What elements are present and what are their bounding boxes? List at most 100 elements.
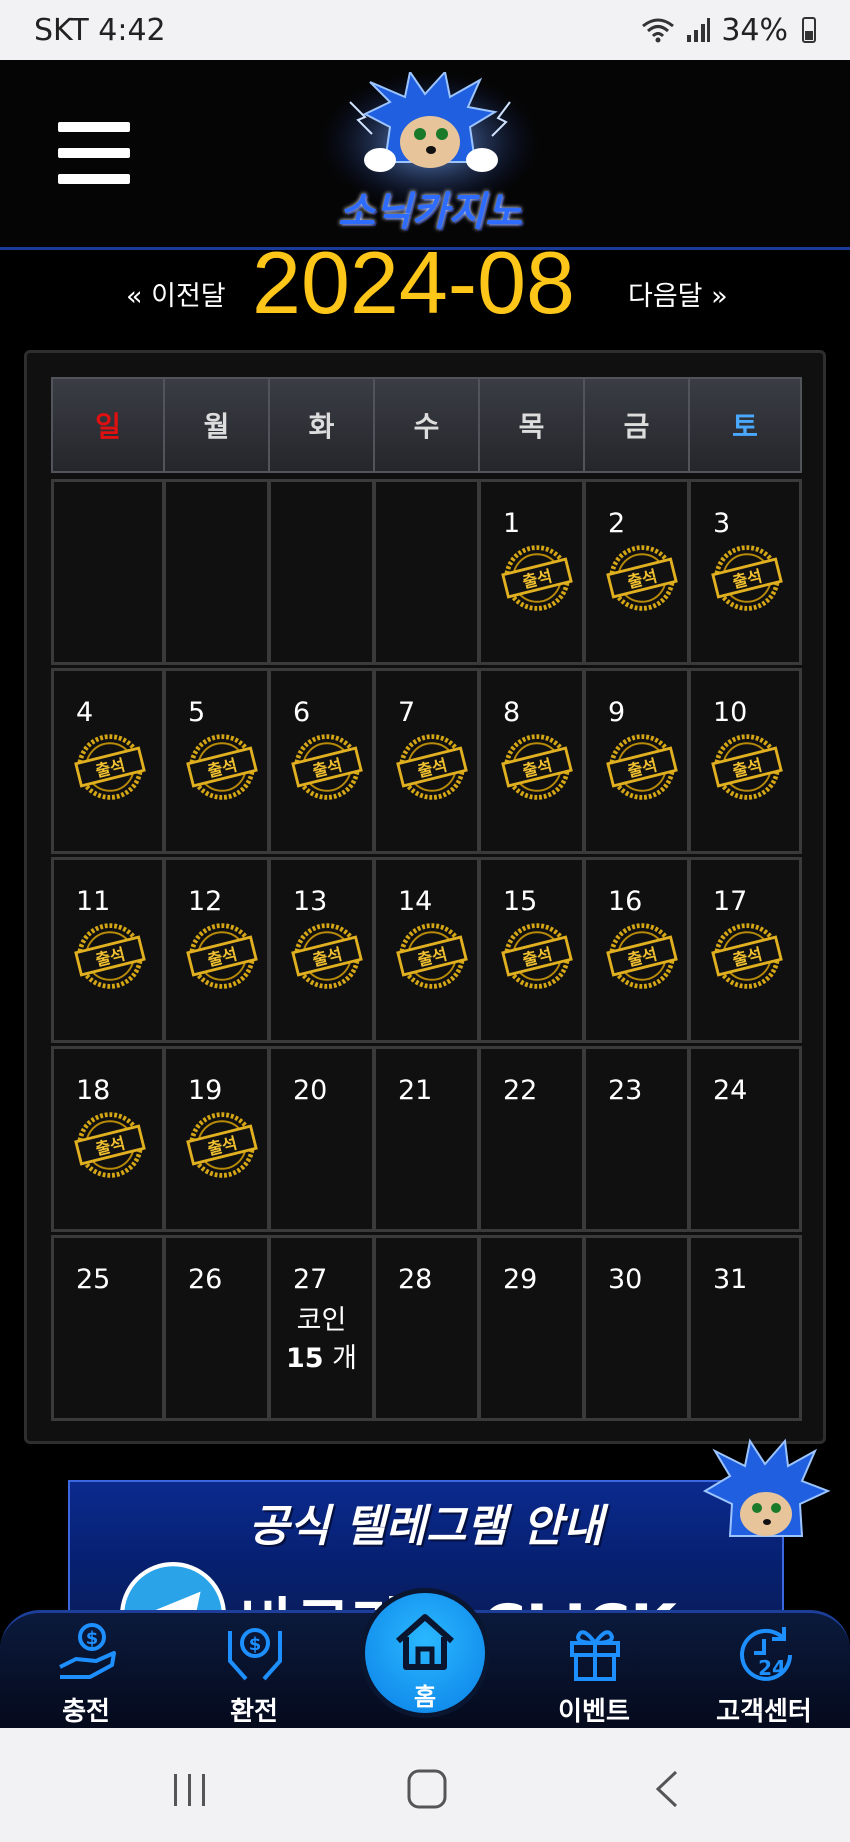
calendar-day-cell xyxy=(373,479,480,665)
attendance-stamp-icon: 출석 xyxy=(74,734,146,800)
attendance-stamp-icon: 출석 xyxy=(606,545,678,611)
calendar-day-cell[interactable]: 7 출석 xyxy=(373,668,480,854)
nav-exchange-label: 환전 xyxy=(230,1697,278,1727)
calendar-day-cell[interactable]: 13 출석 xyxy=(268,857,375,1043)
calendar-day-cell[interactable]: 19 출석 xyxy=(163,1046,270,1232)
day-number: 12 xyxy=(188,886,223,917)
recent-apps-icon[interactable] xyxy=(170,1770,210,1810)
day-number: 29 xyxy=(503,1264,538,1295)
day-number: 11 xyxy=(76,886,111,917)
prev-month-link[interactable]: « 이전달 xyxy=(126,274,226,313)
attendance-stamp-icon: 출석 xyxy=(501,923,573,989)
calendar-day-cell[interactable]: 25 xyxy=(51,1235,165,1421)
attendance-stamp-icon: 출석 xyxy=(74,1112,146,1178)
calendar-day-cell[interactable]: 5 출석 xyxy=(163,668,270,854)
calendar-day-cell[interactable]: 22 xyxy=(478,1046,585,1232)
calendar-day-cell[interactable]: 24 xyxy=(688,1046,802,1232)
coin-label: 코인 xyxy=(296,1305,347,1336)
day-number: 6 xyxy=(293,697,311,728)
day-number: 28 xyxy=(398,1264,433,1295)
gift-icon xyxy=(570,1630,620,1681)
attendance-stamp-icon: 출석 xyxy=(74,923,146,989)
signal-icon xyxy=(687,18,711,42)
attendance-stamp-icon: 출석 xyxy=(396,734,468,800)
day-number: 1 xyxy=(503,508,521,539)
month-title: 2024-08 xyxy=(252,233,575,332)
attendance-calendar: 일 월 화 수 목 금 토 1 출석 2 출석 3 출석 4 출석 5 출석 6 출석 7 출석 8 출석 9 출석 10 출석 11… xyxy=(24,350,826,1444)
calendar-day-cell[interactable]: 31 xyxy=(688,1235,802,1421)
calendar-day-cell[interactable]: 26 xyxy=(163,1235,270,1421)
calendar-day-cell[interactable]: 6 출석 xyxy=(268,668,375,854)
calendar-day-cell[interactable]: 14 출석 xyxy=(373,857,480,1043)
home-button[interactable]: 홈 xyxy=(360,1588,490,1718)
nav-support[interactable]: 24 고객센터 xyxy=(694,1613,834,1731)
day-number: 18 xyxy=(76,1075,111,1106)
day-number: 20 xyxy=(293,1075,328,1106)
day-number: 7 xyxy=(398,697,416,728)
nav-exchange[interactable]: $ 환전 xyxy=(184,1613,324,1731)
back-icon[interactable] xyxy=(652,1768,682,1810)
logo-text: 소닉카지노 xyxy=(338,189,522,235)
calendar-day-cell[interactable]: 17 출석 xyxy=(688,857,802,1043)
weekday-header: 토 xyxy=(688,377,802,473)
svg-text:$: $ xyxy=(249,1634,262,1655)
attendance-stamp-icon: 출석 xyxy=(186,1112,258,1178)
calendar-day-cell[interactable]: 4 출석 xyxy=(51,668,165,854)
calendar-day-cell[interactable]: 3 출석 xyxy=(688,479,802,665)
calendar-day-cell[interactable]: 11 출석 xyxy=(51,857,165,1043)
calendar-day-cell[interactable]: 12 출석 xyxy=(163,857,270,1043)
calendar-day-cell[interactable]: 30 xyxy=(583,1235,690,1421)
month-navigation: « 이전달 2024-08 다음달 » xyxy=(0,233,850,332)
attendance-stamp-icon: 출석 xyxy=(501,545,573,611)
calendar-day-cell[interactable]: 23 xyxy=(583,1046,690,1232)
calendar-day-cell[interactable]: 9 출석 xyxy=(583,668,690,854)
nav-event-label: 이벤트 xyxy=(558,1697,630,1727)
calendar-day-cell[interactable]: 29 xyxy=(478,1235,585,1421)
attendance-stamp-icon: 출석 xyxy=(396,923,468,989)
day-number: 19 xyxy=(188,1075,223,1106)
battery-icon xyxy=(802,17,816,43)
status-icons: 34% xyxy=(641,13,816,48)
day-number: 25 xyxy=(76,1264,111,1295)
weekday-header: 목 xyxy=(478,377,585,473)
day-number: 23 xyxy=(608,1075,643,1106)
calendar-day-cell xyxy=(163,479,270,665)
calendar-day-cell[interactable]: 27 코인 15 개 xyxy=(268,1235,375,1421)
day-number: 26 xyxy=(188,1264,223,1295)
calendar-day-cell[interactable]: 8 출석 xyxy=(478,668,585,854)
nav-support-label: 고객센터 xyxy=(716,1697,812,1727)
carrier-time: SKT 4:42 xyxy=(34,12,166,48)
hamburger-menu-icon[interactable] xyxy=(58,122,130,184)
day-number: 17 xyxy=(713,886,748,917)
attendance-stamp-icon: 출석 xyxy=(186,923,258,989)
nav-deposit-label: 충전 xyxy=(62,1697,110,1727)
attendance-stamp-icon: 출석 xyxy=(186,734,258,800)
day-number: 10 xyxy=(713,697,748,728)
site-logo[interactable]: 소닉카지노 xyxy=(310,72,550,247)
nav-event[interactable]: 이벤트 xyxy=(524,1613,664,1731)
sonic-mascot-icon xyxy=(702,1438,831,1537)
calendar-day-cell[interactable]: 2 출석 xyxy=(583,479,690,665)
next-month-link[interactable]: 다음달 » xyxy=(628,274,728,313)
calendar-day-cell xyxy=(51,479,165,665)
calendar-day-cell[interactable]: 15 출석 xyxy=(478,857,585,1043)
calendar-day-cell[interactable]: 10 출석 xyxy=(688,668,802,854)
weekday-header: 화 xyxy=(268,377,375,473)
calendar-day-cell[interactable]: 20 xyxy=(268,1046,375,1232)
nav-deposit[interactable]: $ 충전 xyxy=(16,1613,156,1731)
svg-text:24: 24 xyxy=(758,1656,786,1680)
day-number: 30 xyxy=(608,1264,643,1295)
day-number: 16 xyxy=(608,886,643,917)
calendar-day-cell[interactable]: 18 출석 xyxy=(51,1046,165,1232)
home-system-icon[interactable] xyxy=(406,1768,448,1810)
calendar-day-cell[interactable]: 21 xyxy=(373,1046,480,1232)
calendar-day-cell[interactable]: 1 출석 xyxy=(478,479,585,665)
day-number: 5 xyxy=(188,697,206,728)
day-number: 24 xyxy=(713,1075,748,1106)
day-number: 21 xyxy=(398,1075,433,1106)
calendar-day-cell[interactable]: 28 xyxy=(373,1235,480,1421)
attendance-stamp-icon: 출석 xyxy=(291,734,363,800)
attendance-stamp-icon: 출석 xyxy=(606,734,678,800)
calendar-day-cell[interactable]: 16 출석 xyxy=(583,857,690,1043)
exchange-icon: $ xyxy=(228,1628,282,1681)
